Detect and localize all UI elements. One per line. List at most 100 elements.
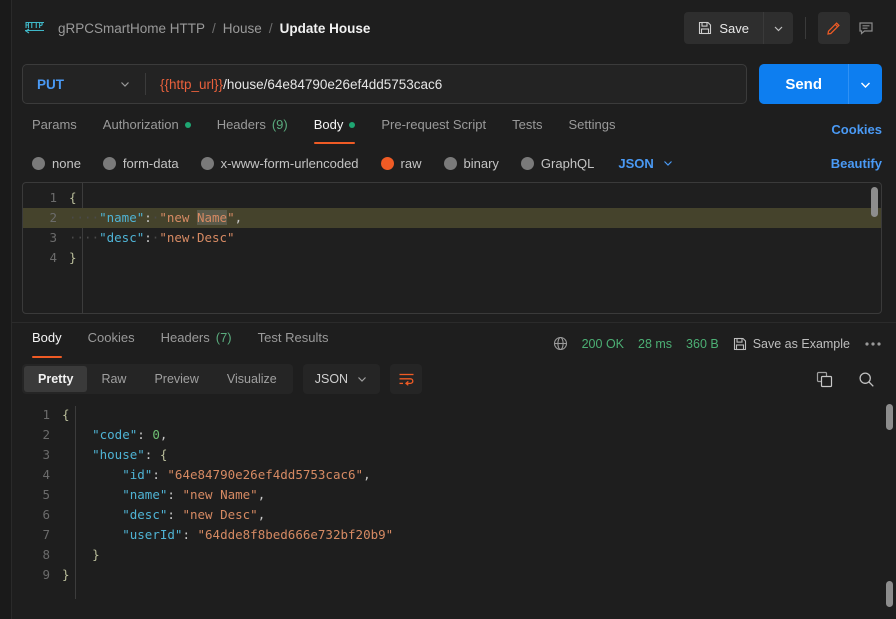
line-number: 1 xyxy=(49,190,57,205)
tab-body[interactable]: Body xyxy=(301,112,369,144)
breadcrumb-separator: / xyxy=(212,20,216,36)
radio-graphql[interactable] xyxy=(520,156,534,170)
view-mode-pretty[interactable]: Pretty xyxy=(24,366,88,392)
view-mode-visualize[interactable]: Visualize xyxy=(213,366,291,392)
beautify-link[interactable]: Beautify xyxy=(831,156,882,171)
send-button-group: Send xyxy=(759,64,882,104)
save-button[interactable]: Save xyxy=(684,12,763,44)
line-content: } xyxy=(62,567,70,582)
chevron-down-icon xyxy=(356,373,368,385)
raw-format-select[interactable]: JSON xyxy=(618,156,673,171)
body-type-raw-label: raw xyxy=(400,155,422,171)
radio-none[interactable] xyxy=(32,156,45,170)
body-type-x-www-form-urlencoded[interactable]: x-www-form-urlencoded xyxy=(200,155,359,171)
wrap-lines-button[interactable] xyxy=(390,364,423,394)
tab-params-label: Params xyxy=(32,117,77,132)
tab-authorization-label: Authorization xyxy=(102,117,179,132)
body-type-binary[interactable]: binary xyxy=(443,155,499,171)
response-tab-cookies-label: Cookies xyxy=(87,329,135,345)
search-response-button[interactable] xyxy=(850,364,882,394)
response-tab-cookies[interactable]: Cookies xyxy=(75,323,148,358)
response-body-viewer[interactable]: 1 { 2 "code": 0, 3 "house": { 4 "id": "6… xyxy=(12,400,896,619)
postman-window: HTTP gRPCSmartHome HTTP / House / Update… xyxy=(0,0,896,619)
tab-authorization[interactable]: Authorization xyxy=(90,112,204,144)
line-number: 4 xyxy=(42,467,50,482)
body-status-dot xyxy=(349,121,356,128)
response-section: Body Cookies Headers (7) Test Results 20… xyxy=(12,314,896,619)
line-number: 3 xyxy=(49,230,57,245)
tab-tests[interactable]: Tests xyxy=(499,112,555,144)
code-line: 4 "id": "64e84790e26ef4dd5753cac6", xyxy=(12,465,896,485)
response-status: 200 OK xyxy=(581,336,624,351)
body-type-binary-label: binary xyxy=(463,155,499,171)
save-as-example-label: Save as Example xyxy=(752,336,850,351)
radio-x-www-form-urlencoded[interactable] xyxy=(200,156,214,170)
view-mode-preview[interactable]: Preview xyxy=(140,366,212,392)
radio-raw[interactable] xyxy=(380,156,394,170)
send-options-button[interactable] xyxy=(848,64,882,104)
radio-form-data[interactable] xyxy=(102,156,116,170)
cookies-link[interactable]: Cookies xyxy=(831,122,882,144)
breadcrumb: gRPCSmartHome HTTP / House / Update Hous… xyxy=(58,21,370,36)
body-type-raw[interactable]: raw xyxy=(380,155,422,171)
tab-pre-request-script[interactable]: Pre-request Script xyxy=(368,112,499,144)
response-more-button[interactable] xyxy=(864,341,882,347)
code-line: 4 } xyxy=(23,248,881,268)
raw-format-value: JSON xyxy=(618,155,654,171)
line-content: "code": 0, xyxy=(92,427,168,442)
response-tab-body[interactable]: Body xyxy=(22,323,75,358)
http-method-select[interactable]: PUT xyxy=(23,65,145,103)
line-content: "name": "new Name", xyxy=(122,487,266,502)
save-as-example-button[interactable]: Save as Example xyxy=(733,337,850,351)
code-line: 3 ····"desc":·"new·Desc" xyxy=(23,228,881,248)
floppy-disk-icon xyxy=(733,337,747,351)
copy-response-button[interactable] xyxy=(808,364,840,394)
line-number: 1 xyxy=(42,407,50,422)
tab-settings[interactable]: Settings xyxy=(555,112,628,144)
response-format-select[interactable]: JSON xyxy=(302,364,381,394)
line-content: "desc": "new Desc", xyxy=(122,507,266,522)
save-options-button[interactable] xyxy=(763,12,793,44)
breadcrumb-collection[interactable]: gRPCSmartHome HTTP xyxy=(58,21,205,36)
request-editor-scrollbar[interactable] xyxy=(871,187,878,217)
body-type-none[interactable]: none xyxy=(32,156,81,171)
code-line: 2 "code": 0, xyxy=(12,425,896,445)
ellipsis-icon xyxy=(865,341,881,346)
chevron-down-icon xyxy=(859,78,872,91)
breadcrumb-request: Update House xyxy=(279,20,371,36)
response-vertical-scrollbar-end[interactable] xyxy=(886,581,893,607)
response-tab-test-results[interactable]: Test Results xyxy=(245,323,342,358)
breadcrumb-folder[interactable]: House xyxy=(223,21,262,36)
line-content: { xyxy=(62,407,70,422)
body-type-x-www-form-urlencoded-label: x-www-form-urlencoded xyxy=(220,155,359,171)
line-number: 9 xyxy=(42,567,50,582)
line-content: "house": { xyxy=(92,447,168,462)
line-number: 8 xyxy=(42,547,50,562)
tab-tests-label: Tests xyxy=(512,117,543,132)
line-number: 4 xyxy=(49,250,57,265)
request-body-editor[interactable]: 1 { 2 ····"name":·"new Name", 3 ····"des… xyxy=(22,182,882,314)
line-content: } xyxy=(92,547,100,562)
header-divider xyxy=(805,17,806,39)
body-type-graphql[interactable]: GraphQL xyxy=(520,156,594,171)
body-type-form-data[interactable]: form-data xyxy=(102,156,179,171)
line-content: { xyxy=(69,190,77,205)
breadcrumb-separator: / xyxy=(268,20,273,36)
edit-request-button[interactable] xyxy=(818,12,850,44)
send-button[interactable]: Send xyxy=(759,64,848,104)
comments-button[interactable] xyxy=(850,12,882,44)
line-number: 6 xyxy=(42,507,50,522)
tab-headers[interactable]: Headers (9) xyxy=(204,112,301,144)
body-type-row: none form-data x-www-form-urlencoded raw… xyxy=(12,144,896,182)
code-line-active: 2 ····"name":·"new Name", xyxy=(23,208,881,228)
line-content: } xyxy=(69,250,77,265)
response-tab-headers[interactable]: Headers (7) xyxy=(148,323,245,358)
response-vertical-scrollbar[interactable] xyxy=(886,404,893,430)
url-input[interactable]: {{http_url}}/house/64e84790e26ef4dd5753c… xyxy=(146,65,746,103)
request-body-code[interactable]: 1 { 2 ····"name":·"new Name", 3 ····"des… xyxy=(23,183,881,313)
response-tab-body-label: Body xyxy=(32,329,62,345)
view-mode-raw[interactable]: Raw xyxy=(87,366,140,392)
radio-binary[interactable] xyxy=(443,156,457,170)
tab-params[interactable]: Params xyxy=(22,112,90,144)
copy-icon xyxy=(816,371,833,388)
